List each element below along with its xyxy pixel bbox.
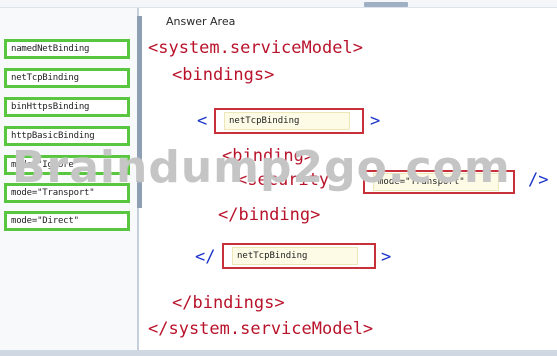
tile-mode-direct[interactable]: mode="Direct" — [4, 211, 130, 231]
top-scroll-thumb[interactable] — [364, 2, 408, 7]
placed-tile-label: netTcpBinding — [229, 116, 300, 126]
answer-area-title: Answer Area — [166, 15, 236, 28]
drop-slot-close-binding[interactable]: netTcpBinding — [222, 243, 376, 269]
drop-slot-security-mode[interactable]: mode="Transport" — [363, 170, 515, 194]
open-binding-lt: < — [197, 111, 208, 131]
close-binding-lt: </ — [195, 247, 216, 267]
placed-tile[interactable]: mode="Transport" — [373, 173, 499, 191]
tile-namednetbinding[interactable]: namedNetBinding — [4, 39, 130, 59]
code-line-servicemodel-open: <system.serviceModel> — [148, 38, 363, 58]
placed-tile-label: netTcpBinding — [237, 251, 308, 261]
tile-binhttpsbinding[interactable]: binHttpsBinding — [4, 97, 130, 117]
tile-label: namedNetBinding — [11, 44, 90, 54]
tile-mode-transport[interactable]: mode="Transport" — [4, 183, 130, 203]
top-scrollbar[interactable] — [0, 0, 557, 8]
left-scrollbar[interactable] — [137, 16, 142, 208]
code-line-security-prefix: <security — [237, 170, 330, 190]
tile-nettcpbinding[interactable]: netTcpBinding — [4, 68, 130, 88]
code-line-bindings-close: </bindings> — [172, 293, 285, 313]
code-line-servicemodel-close: </system.serviceModel> — [148, 319, 374, 339]
open-binding-gt: > — [370, 111, 381, 131]
bottom-border — [0, 350, 557, 356]
tile-mode-ignore[interactable]: mode="Ignore" — [4, 155, 130, 175]
tile-label: binHttpsBinding — [11, 102, 90, 112]
code-line-binding-close: </binding> — [218, 205, 321, 225]
tile-label: netTcpBinding — [11, 73, 79, 83]
placed-tile[interactable]: netTcpBinding — [232, 247, 358, 265]
code-line-binding-open: <binding> — [222, 146, 315, 166]
tile-httpbasicbinding[interactable]: httpBasicBinding — [4, 126, 130, 146]
placed-tile[interactable]: netTcpBinding — [224, 112, 350, 130]
tile-label: httpBasicBinding — [11, 131, 95, 141]
tile-label: mode="Direct" — [11, 216, 79, 226]
close-binding-gt: > — [381, 247, 392, 267]
tile-label: mode="Transport" — [11, 188, 95, 198]
drop-slot-open-binding[interactable]: netTcpBinding — [214, 108, 364, 134]
security-self-close: /> — [528, 170, 549, 190]
source-pane — [0, 8, 139, 350]
tile-label: mode="Ignore" — [11, 160, 79, 170]
placed-tile-label: mode="Transport" — [378, 177, 465, 187]
code-line-bindings-open: <bindings> — [172, 65, 275, 85]
